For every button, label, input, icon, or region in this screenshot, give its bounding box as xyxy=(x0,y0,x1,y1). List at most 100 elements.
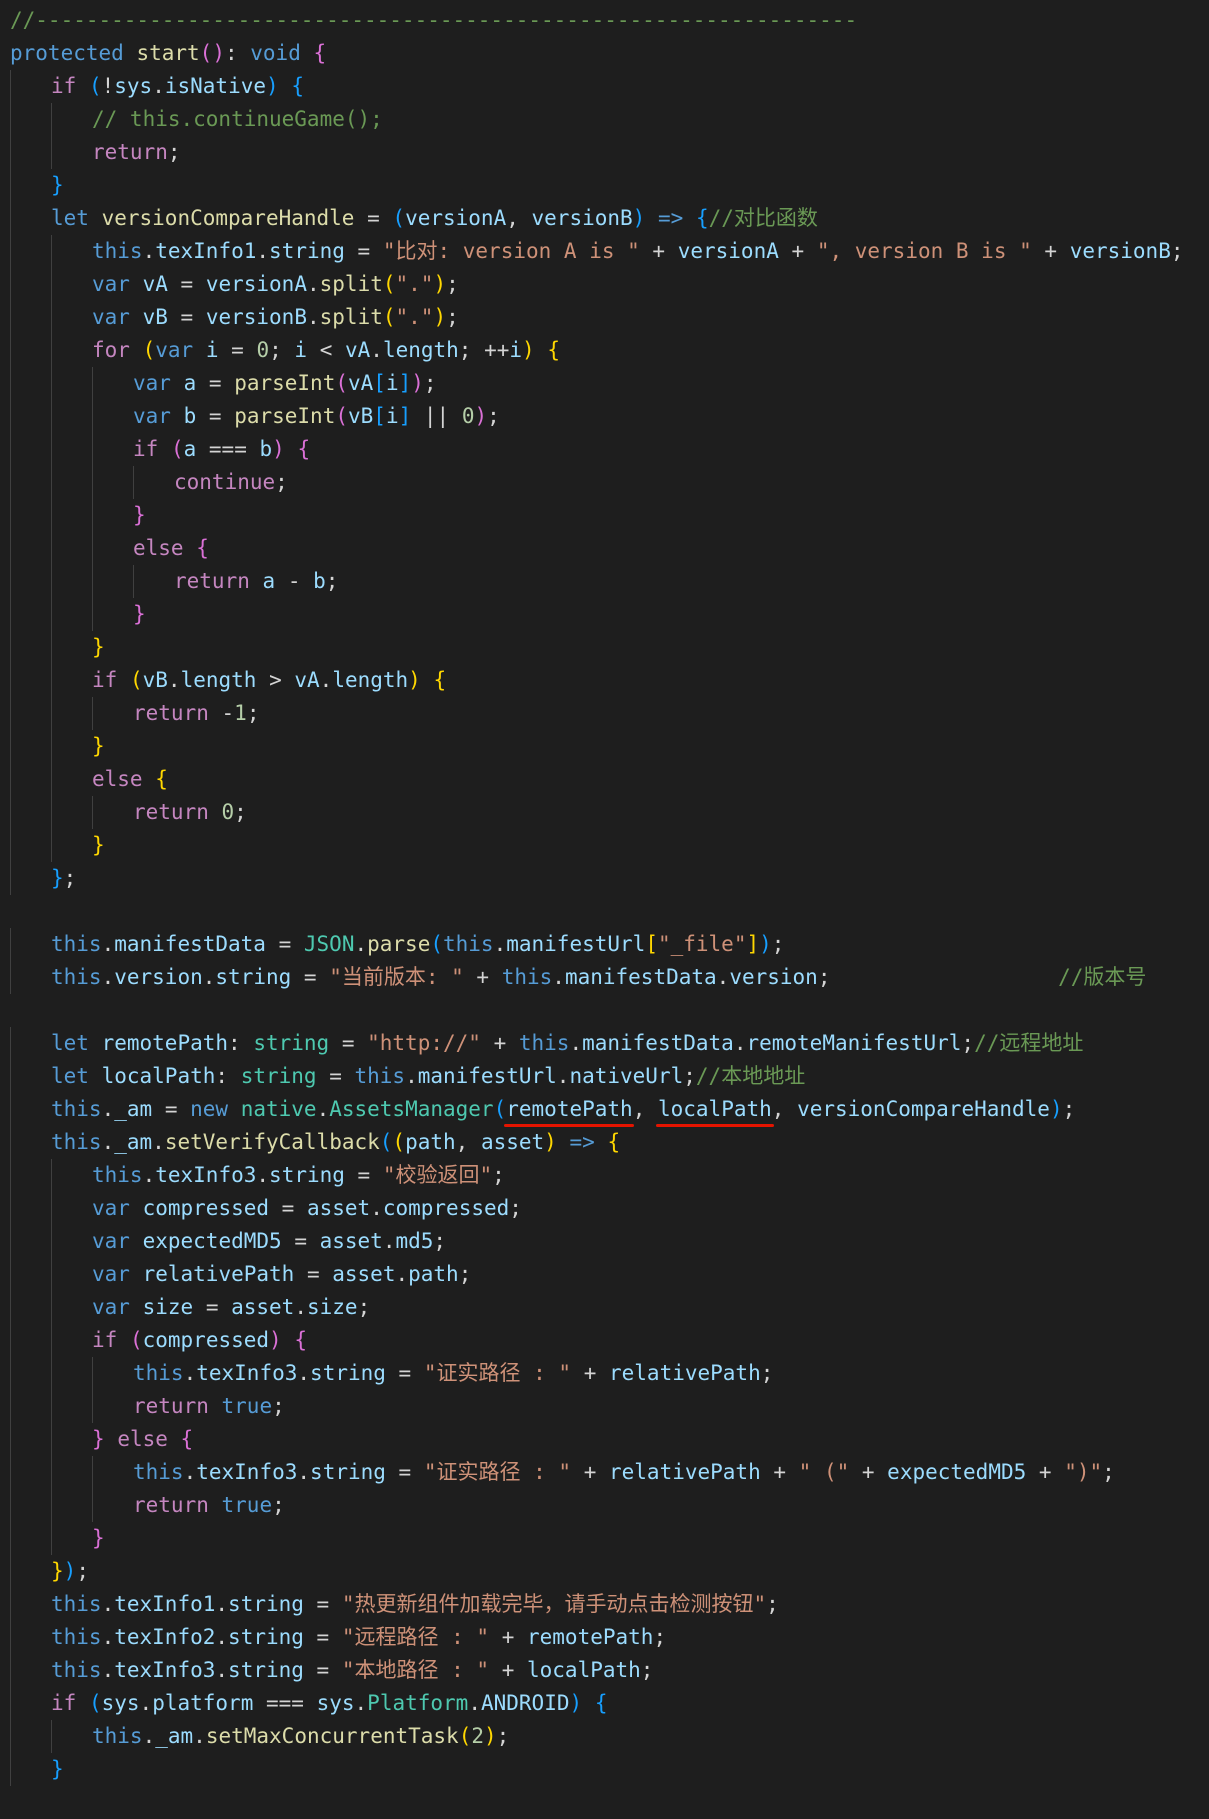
code-line[interactable]: } xyxy=(10,1522,1209,1555)
code-line[interactable]: var vA = versionA.split("."); xyxy=(10,268,1209,301)
code-line[interactable]: return true; xyxy=(10,1390,1209,1423)
code-line[interactable]: return a - b; xyxy=(10,565,1209,598)
code-line[interactable]: this.manifestData = JSON.parse(this.mani… xyxy=(10,928,1209,961)
indent-guide xyxy=(10,664,11,697)
code-line[interactable]: } xyxy=(10,598,1209,631)
code-line[interactable]: for (var i = 0; i < vA.length; ++i) { xyxy=(10,334,1209,367)
code-line[interactable]: this.texInfo3.string = "证实路径 : " + relat… xyxy=(10,1357,1209,1390)
code-token: . xyxy=(142,1163,156,1187)
code-line[interactable]: } xyxy=(10,730,1209,763)
code-line[interactable]: var compressed = asset.compressed; xyxy=(10,1192,1209,1225)
code-line[interactable]: else { xyxy=(10,763,1209,796)
code-token: { xyxy=(180,1427,194,1451)
code-token: ( xyxy=(493,1097,507,1121)
code-token: texInfo2 xyxy=(114,1625,216,1649)
code-line[interactable]: this.texInfo3.string = "本地路径 : " + local… xyxy=(10,1654,1209,1687)
code-token: { xyxy=(294,1328,308,1352)
indent-guide xyxy=(51,829,52,862)
code-line[interactable]: } xyxy=(10,829,1209,862)
code-token: } xyxy=(133,602,146,626)
code-token: } xyxy=(133,503,146,527)
code-token: { xyxy=(695,206,709,230)
code-line[interactable]: }; xyxy=(10,862,1209,895)
code-content: this.texInfo3.string = "校验返回"; xyxy=(92,1159,505,1192)
code-line[interactable] xyxy=(10,895,1209,928)
code-line[interactable] xyxy=(10,994,1209,1027)
code-token: . xyxy=(152,1130,165,1154)
code-token: this xyxy=(92,1163,143,1187)
code-line[interactable]: if (vB.length > vA.length) { xyxy=(10,664,1209,697)
code-token: string xyxy=(253,1031,330,1055)
code-token: vB xyxy=(142,668,168,692)
code-token: ( xyxy=(382,305,396,329)
code-line[interactable]: this.texInfo1.string = "比对: version A is… xyxy=(10,235,1209,268)
code-token: . xyxy=(354,1691,368,1715)
code-line[interactable]: } xyxy=(10,1753,1209,1786)
code-line[interactable]: this.texInfo3.string = "证实路径 : " + relat… xyxy=(10,1456,1209,1489)
code-token: . xyxy=(370,338,383,362)
code-line[interactable]: this._am = new native.AssetsManager(remo… xyxy=(10,1093,1209,1127)
code-content: return true; xyxy=(133,1489,285,1522)
code-line[interactable]: protected start(): void { xyxy=(10,37,1209,70)
code-editor[interactable]: //--------------------------------------… xyxy=(0,0,1209,1819)
indent-guide xyxy=(10,1159,11,1192)
code-content: } xyxy=(51,1753,64,1786)
code-line[interactable]: this.texInfo3.string = "校验返回"; xyxy=(10,1159,1209,1192)
code-token: AssetsManager xyxy=(329,1097,494,1121)
code-token: return xyxy=(133,1493,209,1517)
indent-guide xyxy=(92,499,93,532)
code-line[interactable]: //--------------------------------------… xyxy=(10,4,1209,37)
code-line[interactable]: } xyxy=(10,169,1209,202)
code-line[interactable]: // this.continueGame(); xyxy=(10,103,1209,136)
code-line[interactable]: var a = parseInt(vA[i]); xyxy=(10,367,1209,400)
code-line[interactable]: this.texInfo2.string = "远程路径 : " + remot… xyxy=(10,1621,1209,1654)
code-token: ; xyxy=(492,1163,505,1187)
code-line[interactable]: return; xyxy=(10,136,1209,169)
code-area[interactable]: //--------------------------------------… xyxy=(10,4,1209,1786)
code-line[interactable]: return -1; xyxy=(10,697,1209,730)
indent-guide xyxy=(10,1654,11,1687)
code-line[interactable]: let remotePath: string = "http://" + thi… xyxy=(10,1027,1209,1060)
code-token: else xyxy=(92,767,143,791)
code-token: ; xyxy=(167,140,181,164)
code-line[interactable]: var size = asset.size; xyxy=(10,1291,1209,1324)
code-line[interactable]: var expectedMD5 = asset.md5; xyxy=(10,1225,1209,1258)
code-line[interactable]: if (!sys.isNative) { xyxy=(10,70,1209,103)
code-line[interactable]: this._am.setMaxConcurrentTask(2); xyxy=(10,1720,1209,1753)
code-token: . xyxy=(294,1295,307,1319)
code-token: string xyxy=(240,1064,317,1088)
code-line[interactable]: } xyxy=(10,499,1209,532)
indent-guide xyxy=(133,466,134,499)
code-token: ( xyxy=(430,932,443,956)
code-line[interactable]: }); xyxy=(10,1555,1209,1588)
code-token: ; xyxy=(496,1724,510,1748)
code-line[interactable]: let versionCompareHandle = (versionA, ve… xyxy=(10,202,1209,235)
code-token: this xyxy=(501,965,553,989)
code-token: ; xyxy=(269,338,295,362)
code-line[interactable]: return true; xyxy=(10,1489,1209,1522)
code-line[interactable]: this._am.setVerifyCallback((path, asset)… xyxy=(10,1126,1209,1159)
code-line[interactable]: if (compressed) { xyxy=(10,1324,1209,1357)
code-line[interactable]: return 0; xyxy=(10,796,1209,829)
code-line[interactable]: if (a === b) { xyxy=(10,433,1209,466)
code-line[interactable]: let localPath: string = this.manifestUrl… xyxy=(10,1060,1209,1093)
code-line[interactable]: this.version.string = "当前版本: " + this.ma… xyxy=(10,961,1209,994)
code-line[interactable]: var relativePath = asset.path; xyxy=(10,1258,1209,1291)
code-line[interactable]: var vB = versionB.split("."); xyxy=(10,301,1209,334)
code-line[interactable]: } else { xyxy=(10,1423,1209,1456)
code-token: a xyxy=(183,437,197,461)
code-line[interactable]: continue; xyxy=(10,466,1209,499)
code-line[interactable]: else { xyxy=(10,532,1209,565)
code-line[interactable]: this.texInfo1.string = "热更新组件加载完毕，请手动点击检… xyxy=(10,1588,1209,1621)
indent-guide xyxy=(92,598,93,631)
code-content: this._am.setVerifyCallback((path, asset)… xyxy=(51,1126,620,1159)
code-token: vA xyxy=(294,668,320,692)
code-line[interactable]: } xyxy=(10,631,1209,664)
code-line[interactable]: var b = parseInt(vB[i] || 0); xyxy=(10,400,1209,433)
code-token: + xyxy=(463,965,502,989)
code-line[interactable]: if (sys.platform === sys.Platform.ANDROI… xyxy=(10,1687,1209,1720)
code-token: ; xyxy=(446,272,459,296)
